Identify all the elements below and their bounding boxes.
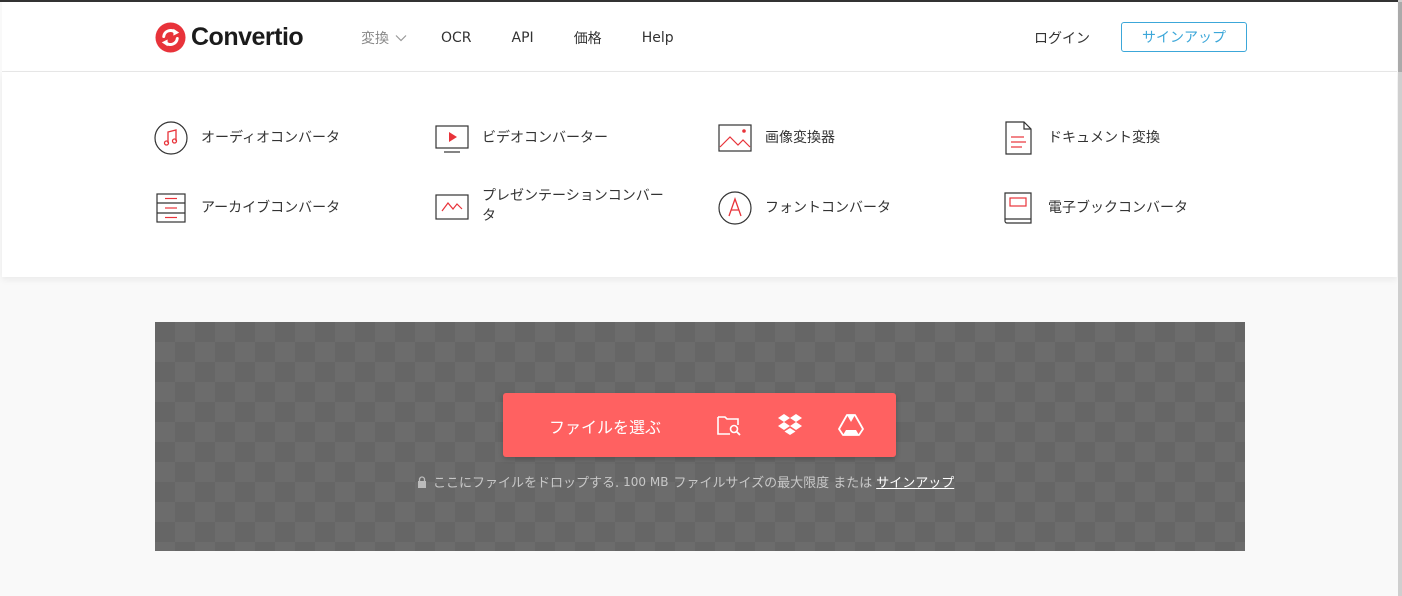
presentation-icon xyxy=(435,194,469,220)
menu-item-label: フォントコンバータ xyxy=(765,200,891,216)
logo-text: Convertio xyxy=(191,23,304,51)
google-drive-icon[interactable] xyxy=(838,413,864,437)
scrollbar-thumb[interactable] xyxy=(1398,2,1402,72)
menu-item-document[interactable]: ドキュメント変換 xyxy=(1000,120,1160,156)
archive-icon xyxy=(156,193,186,223)
login-link[interactable]: ログイン xyxy=(1034,28,1090,48)
document-icon xyxy=(1005,121,1032,155)
menu-item-video[interactable]: ビデオコンバーター xyxy=(434,120,608,156)
convertio-logo-icon xyxy=(155,22,186,53)
music-note-icon xyxy=(154,121,188,155)
converter-dropdown-menu: オーディオコンバータ ビデオコンバーター 画像変換器 ドキュメント変換 アーカイ… xyxy=(2,72,1397,277)
menu-item-label: ドキュメント変換 xyxy=(1048,130,1160,146)
video-play-icon xyxy=(435,125,469,153)
lock-icon xyxy=(418,475,426,488)
window-top-border xyxy=(0,0,1402,2)
menu-item-label: ビデオコンバーター xyxy=(482,130,608,146)
file-drop-zone[interactable]: ファイルを選ぶ ここにファイルをドロップする. 100 MB ファイルサイズの最… xyxy=(155,322,1245,551)
nav-help[interactable]: Help xyxy=(642,30,674,46)
ebook-icon xyxy=(1004,192,1032,224)
menu-item-label: 電子ブックコンバータ xyxy=(1048,200,1188,216)
nav-api[interactable]: API xyxy=(512,30,534,46)
menu-item-archive[interactable]: アーカイブコンバータ xyxy=(153,190,340,226)
font-icon xyxy=(718,191,752,225)
chevron-down-icon xyxy=(395,35,407,42)
site-header: Convertio 変換 OCR API 価格 Help ログイン サインアップ xyxy=(2,2,1397,72)
menu-item-image[interactable]: 画像変換器 xyxy=(717,120,835,156)
menu-item-label: オーディオコンバータ xyxy=(201,130,341,146)
logo[interactable]: Convertio xyxy=(155,22,304,53)
signup-button[interactable]: サインアップ xyxy=(1121,22,1247,52)
signup-link[interactable]: サインアップ xyxy=(876,472,954,491)
choose-files-button[interactable]: ファイルを選ぶ xyxy=(503,393,896,457)
main-nav: 変換 OCR API 価格 Help xyxy=(361,28,674,48)
menu-item-label: プレゼンテーションコンバータ xyxy=(482,188,664,224)
menu-item-label: 画像変換器 xyxy=(765,130,835,146)
scrollbar[interactable] xyxy=(1398,0,1402,596)
size-limit-value: 100 MB xyxy=(623,474,669,489)
nav-pricing[interactable]: 価格 xyxy=(574,28,602,48)
drop-hint-text: ここにファイルをドロップする. xyxy=(433,476,620,491)
choose-files-label[interactable]: ファイルを選ぶ xyxy=(549,414,661,438)
nav-convert-label: 変換 xyxy=(361,31,389,47)
menu-item-font[interactable]: フォントコンバータ xyxy=(717,190,891,226)
folder-search-icon[interactable] xyxy=(716,413,742,437)
menu-item-presentation[interactable]: プレゼンテーションコンバータ xyxy=(434,186,672,226)
menu-item-audio[interactable]: オーディオコンバータ xyxy=(153,120,340,156)
image-icon xyxy=(718,124,752,152)
nav-convert[interactable]: 変換 xyxy=(361,28,407,48)
drop-hint: ここにファイルをドロップする. 100 MB ファイルサイズの最大限度 または … xyxy=(417,472,954,491)
menu-item-label: アーカイブコンバータ xyxy=(201,200,341,216)
size-limit-text: ファイルサイズの最大限度 または xyxy=(673,476,873,491)
nav-ocr[interactable]: OCR xyxy=(441,30,472,46)
menu-item-ebook[interactable]: 電子ブックコンバータ xyxy=(1000,190,1188,226)
dropbox-icon[interactable] xyxy=(777,413,803,437)
